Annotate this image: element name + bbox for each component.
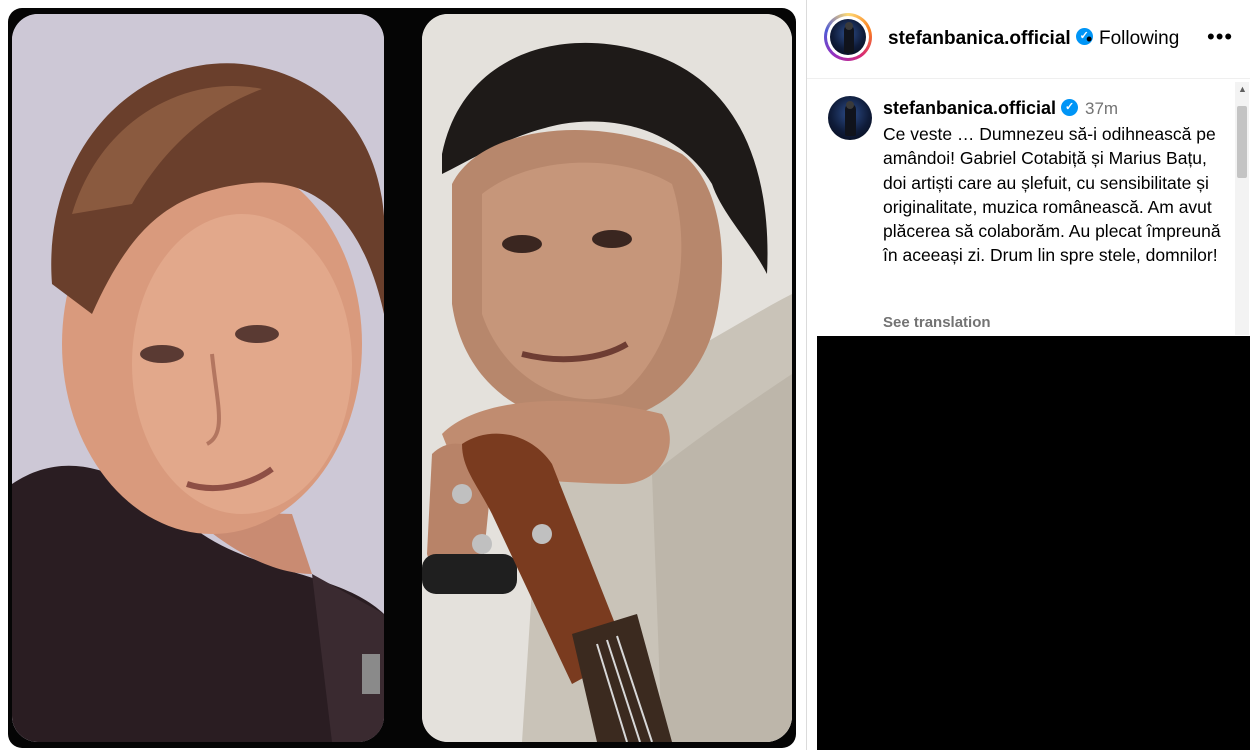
post-header: stefanbanica.official ✓ • Following ••• <box>807 0 1250 79</box>
portrait-right <box>422 14 792 742</box>
header-username-text[interactable]: stefanbanica.official <box>888 28 1071 49</box>
caption-verified-badge-icon: ✓ <box>1061 98 1079 116</box>
caption-username[interactable]: stefanbanica.official ✓ <box>883 98 1079 119</box>
avatar-figure <box>844 22 854 53</box>
scroll-up-arrow-icon[interactable]: ▲ <box>1238 84 1247 94</box>
more-options-icon[interactable]: ••• <box>1207 24 1233 50</box>
portrait-left <box>12 14 384 742</box>
portrait-right-illustration <box>422 14 792 742</box>
portrait-left-illustration <box>12 14 384 742</box>
scrollbar-thumb[interactable] <box>1237 106 1247 178</box>
post-timestamp[interactable]: 37m <box>1085 99 1118 119</box>
caption-text: Ce veste … Dumnezeu să-i odihnească pe a… <box>883 124 1221 266</box>
avatar-inner <box>827 16 869 58</box>
post-image[interactable] <box>8 8 796 748</box>
story-ring-avatar[interactable] <box>824 13 872 61</box>
separator-dot: • <box>1086 29 1093 49</box>
caption-avatar[interactable] <box>828 96 872 140</box>
post-caption: stefanbanica.official ✓ 37m Ce veste … Du… <box>807 80 1237 335</box>
avatar <box>830 19 866 55</box>
caption-scrollbar[interactable]: ▲ <box>1235 82 1249 335</box>
post-media[interactable] <box>0 0 806 750</box>
following-button[interactable]: Following <box>1099 28 1179 50</box>
post-side-panel: stefanbanica.official ✓ • Following ••• s… <box>806 0 1250 750</box>
comments-area <box>817 336 1250 750</box>
header-username[interactable]: stefanbanica.official ✓ <box>888 28 1093 50</box>
caption-avatar-figure <box>845 101 856 136</box>
caption-username-text[interactable]: stefanbanica.official <box>883 98 1056 118</box>
see-translation-link[interactable]: See translation <box>883 314 991 331</box>
